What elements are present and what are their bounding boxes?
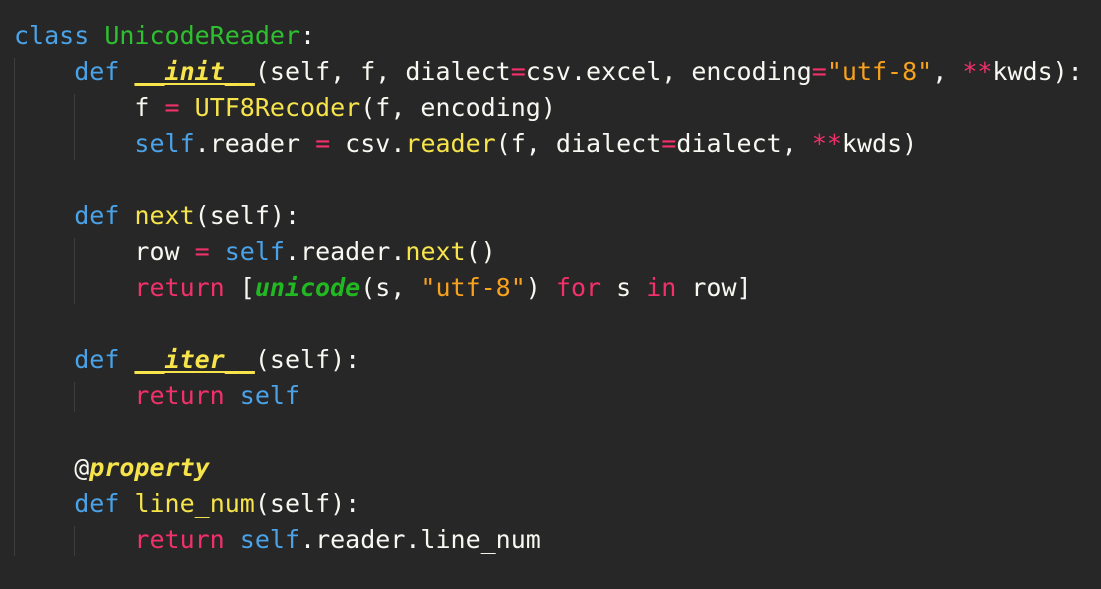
code-token: def (74, 201, 120, 230)
code-token: s (601, 273, 647, 302)
code-token: = (315, 129, 331, 158)
code-token: = (811, 57, 827, 86)
code-token: next (405, 237, 466, 266)
code-token: self (134, 129, 195, 158)
code-line[interactable]: def line_num(self): (14, 486, 360, 522)
code-token: ** (811, 129, 842, 158)
code-line[interactable]: row = self.reader.next() (14, 234, 496, 270)
code-line[interactable]: f = UTF8Recoder(f, encoding) (14, 90, 556, 126)
code-token: .reader (194, 129, 316, 158)
code-token: , (932, 57, 963, 86)
code-token: (self): (254, 489, 361, 518)
code-token: reader (405, 129, 496, 158)
code-token: for (555, 273, 602, 302)
code-token: __iter__ (134, 345, 255, 374)
code-token: = (194, 237, 210, 266)
code-token: = (164, 93, 180, 122)
code-token: line_num (134, 489, 255, 518)
code-token: __init__ (134, 57, 255, 86)
code-line[interactable]: @property (14, 450, 210, 486)
code-token: class (14, 21, 90, 50)
code-token: (self): (254, 345, 361, 374)
code-token: ** (962, 57, 993, 86)
code-token: @ (14, 453, 90, 482)
code-token: self (224, 237, 285, 266)
code-editor[interactable]: class UnicodeReader: def __init__(self, … (0, 0, 1101, 589)
code-line[interactable]: def __init__(self, f, dialect=csv.excel,… (14, 54, 1083, 90)
code-token: return (134, 381, 225, 410)
code-line[interactable]: self.reader = csv.reader(f, dialect=dial… (14, 126, 917, 162)
code-token: (s, (360, 273, 421, 302)
code-token: row] (676, 273, 752, 302)
code-line[interactable]: class UnicodeReader: (14, 18, 315, 54)
code-token: self (239, 525, 301, 554)
code-token: return (134, 525, 225, 554)
code-token: [ (224, 273, 255, 302)
code-line[interactable]: return [unicode(s, "utf-8") for s in row… (14, 270, 752, 306)
code-token: () (465, 237, 496, 266)
code-token: def (74, 345, 120, 374)
code-token: property (89, 453, 210, 482)
code-token: kwds) (841, 129, 918, 158)
code-token: ) (525, 273, 556, 302)
code-token: "utf-8" (826, 57, 933, 86)
code-token: csv.excel, encoding (525, 57, 812, 86)
code-token: row (14, 237, 195, 266)
code-token: dialect, (676, 129, 812, 158)
code-token: UTF8Recoder (194, 93, 361, 122)
code-token: (self, f, dialect (254, 57, 511, 86)
code-token: next (134, 201, 195, 230)
code-line[interactable]: return self (14, 378, 300, 414)
code-token: "utf-8" (420, 273, 526, 302)
code-token: .reader.line_num (300, 525, 541, 554)
code-token: (f, dialect (495, 129, 662, 158)
code-token: = (661, 129, 677, 158)
code-token: csv. (330, 129, 406, 158)
code-token: f (14, 93, 165, 122)
code-token: = (510, 57, 526, 86)
code-line[interactable]: def next(self): (14, 198, 300, 234)
code-token: UnicodeReader (104, 21, 300, 50)
code-token: (self): (194, 201, 301, 230)
code-token: return (134, 273, 225, 302)
code-token: kwds): (992, 57, 1083, 86)
code-line[interactable]: def __iter__(self): (14, 342, 360, 378)
code-token: (f, encoding) (360, 93, 556, 122)
code-token: .reader. (284, 237, 406, 266)
code-token: in (646, 273, 677, 302)
code-token: unicode (254, 273, 361, 302)
code-token: def (74, 489, 120, 518)
code-token: : (300, 21, 316, 50)
code-token: def (74, 57, 120, 86)
code-token: self (239, 381, 301, 410)
code-line[interactable]: return self.reader.line_num (14, 522, 541, 558)
